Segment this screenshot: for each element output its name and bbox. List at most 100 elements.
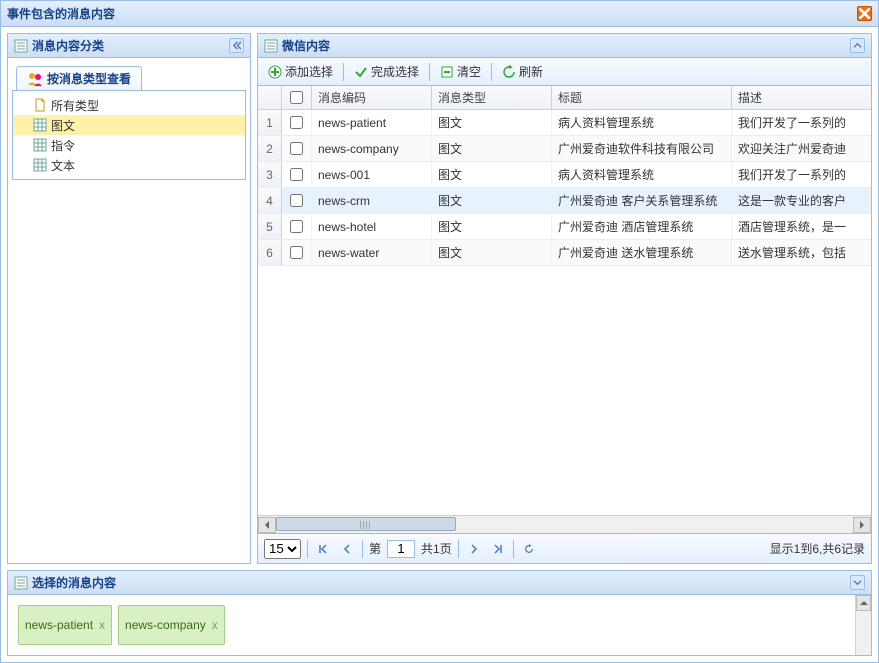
cell-type: 图文 (432, 162, 552, 187)
list-icon (14, 576, 28, 590)
cell-desc: 欢迎关注广州爱奇迪 (732, 136, 871, 161)
cell-type: 图文 (432, 214, 552, 239)
refresh-button[interactable]: 刷新 (496, 61, 549, 82)
cell-type: 图文 (432, 188, 552, 213)
dialog-window: 事件包含的消息内容 消息内容分类 (0, 0, 879, 663)
cell-code: news-company (312, 136, 432, 161)
clear-label: 清空 (457, 63, 481, 80)
grid-header: 消息编码 消息类型 标题 描述 (258, 86, 871, 110)
category-panel: 消息内容分类 按消息类型查看 所有类型图文指令文本 (7, 33, 251, 564)
first-page-button[interactable] (314, 540, 332, 558)
row-checkbox[interactable] (290, 142, 303, 155)
col-header-title[interactable]: 标题 (552, 86, 732, 109)
cell-desc: 送水管理系统，包括 (732, 240, 871, 265)
refresh-label: 刷新 (519, 63, 543, 80)
page-size-select[interactable]: 15 (264, 539, 301, 559)
list-icon (264, 39, 278, 53)
cell-desc: 我们开发了一系列的 (732, 110, 871, 135)
row-index: 6 (258, 240, 282, 265)
tree-item[interactable]: 文本 (13, 155, 245, 175)
window-body: 消息内容分类 按消息类型查看 所有类型图文指令文本 (1, 27, 878, 662)
row-checkbox-cell (282, 240, 312, 265)
add-selection-button[interactable]: 添加选择 (262, 61, 339, 82)
row-index: 5 (258, 214, 282, 239)
selected-body: news-patientxnews-companyx (8, 595, 871, 655)
row-checkbox[interactable] (290, 116, 303, 129)
col-header-code[interactable]: 消息编码 (312, 86, 432, 109)
scroll-left-arrow[interactable] (258, 517, 276, 533)
cell-title: 广州爱奇迪 客户关系管理系统 (552, 188, 732, 213)
horizontal-scrollbar[interactable] (258, 515, 871, 533)
total-pages: 共1页 (421, 540, 452, 557)
table-row[interactable]: 5news-hotel图文广州爱奇迪 酒店管理系统酒店管理系统，是一 (258, 214, 871, 240)
tag-remove-button[interactable]: x (212, 618, 218, 632)
selected-panel-header: 选择的消息内容 (8, 571, 871, 595)
done-selection-button[interactable]: 完成选择 (348, 61, 425, 82)
collapse-right-button[interactable] (850, 38, 865, 53)
cell-title: 病人资料管理系统 (552, 162, 732, 187)
last-page-button[interactable] (489, 540, 507, 558)
table-row[interactable]: 2news-company图文广州爱奇迪软件科技有限公司欢迎关注广州爱奇迪 (258, 136, 871, 162)
prev-page-button[interactable] (338, 540, 356, 558)
list-icon (14, 39, 28, 53)
cell-code: news-crm (312, 188, 432, 213)
display-info: 显示1到6,共6记录 (770, 540, 865, 557)
tag-remove-button[interactable]: x (99, 618, 105, 632)
grid: 消息编码 消息类型 标题 描述 1news-patient图文病人资料管理系统我… (258, 86, 871, 533)
separator (429, 63, 430, 81)
select-all-checkbox[interactable] (290, 91, 303, 104)
row-checkbox[interactable] (290, 220, 303, 233)
tree-item-label: 所有类型 (51, 97, 99, 114)
vertical-scrollbar[interactable] (855, 595, 871, 655)
done-label: 完成选择 (371, 63, 419, 80)
row-checkbox[interactable] (290, 168, 303, 181)
minus-icon (440, 65, 454, 79)
grid-icon (33, 138, 47, 152)
clear-button[interactable]: 清空 (434, 61, 487, 82)
collapse-bottom-button[interactable] (850, 575, 865, 590)
separator (343, 63, 344, 81)
scroll-right-arrow[interactable] (853, 517, 871, 533)
cell-title: 广州爱奇迪软件科技有限公司 (552, 136, 732, 161)
table-row[interactable]: 6news-water图文广州爱奇迪 送水管理系统送水管理系统，包括 (258, 240, 871, 266)
scroll-thumb[interactable] (276, 517, 456, 531)
next-page-button[interactable] (465, 540, 483, 558)
tree-item-label: 文本 (51, 157, 75, 174)
table-row[interactable]: 3news-001图文病人资料管理系统我们开发了一系列的 (258, 162, 871, 188)
row-checkbox-cell (282, 136, 312, 161)
table-row[interactable]: 4news-crm图文广州爱奇迪 客户关系管理系统这是一款专业的客户 (258, 188, 871, 214)
cell-title: 病人资料管理系统 (552, 110, 732, 135)
grid-icon (33, 158, 47, 172)
tab-by-type[interactable]: 按消息类型查看 (16, 66, 142, 90)
tree-item[interactable]: 指令 (13, 135, 245, 155)
window-header: 事件包含的消息内容 (1, 1, 878, 27)
category-panel-title: 消息内容分类 (32, 37, 104, 54)
row-checkbox-cell (282, 188, 312, 213)
pager-refresh-button[interactable] (520, 540, 538, 558)
cell-title: 广州爱奇迪 酒店管理系统 (552, 214, 732, 239)
plus-icon (268, 65, 282, 79)
scroll-up-arrow[interactable] (856, 595, 871, 611)
row-checkbox[interactable] (290, 246, 303, 259)
window-title: 事件包含的消息内容 (7, 5, 115, 22)
page-number-input[interactable] (387, 540, 415, 558)
refresh-icon (502, 65, 516, 79)
selected-panel: 选择的消息内容 news-patientxnews-companyx (7, 570, 872, 656)
check-icon (354, 65, 368, 79)
row-checkbox[interactable] (290, 194, 303, 207)
collapse-left-button[interactable] (229, 38, 244, 53)
tab-label: 按消息类型查看 (47, 70, 131, 87)
tree-item-label: 指令 (51, 137, 75, 154)
window-close-button[interactable] (857, 6, 872, 21)
selected-tag: news-companyx (118, 605, 225, 645)
grid-icon (33, 118, 47, 132)
tree-item[interactable]: 所有类型 (13, 95, 245, 115)
tree-item[interactable]: 图文 (13, 115, 245, 135)
tree-item-label: 图文 (51, 117, 75, 134)
cell-type: 图文 (432, 110, 552, 135)
col-header-desc[interactable]: 描述 (732, 86, 871, 109)
cell-type: 图文 (432, 240, 552, 265)
cell-type: 图文 (432, 136, 552, 161)
table-row[interactable]: 1news-patient图文病人资料管理系统我们开发了一系列的 (258, 110, 871, 136)
col-header-type[interactable]: 消息类型 (432, 86, 552, 109)
